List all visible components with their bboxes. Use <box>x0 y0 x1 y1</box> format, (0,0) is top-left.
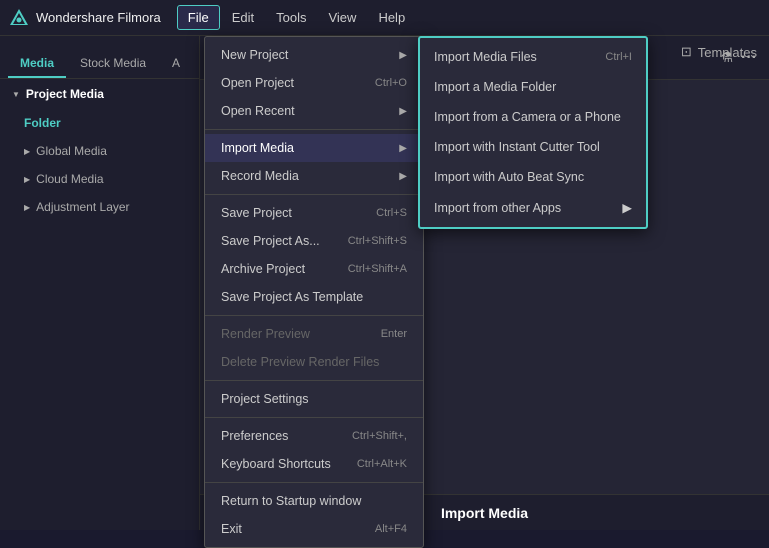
triangle-icon: ▼ <box>12 90 20 99</box>
separator <box>205 417 423 418</box>
separator <box>205 129 423 130</box>
tab-audio[interactable]: A <box>160 50 192 78</box>
templates-tab[interactable]: ⊡ Templates <box>669 36 769 68</box>
menu-item-record-media[interactable]: Record Media ▶ <box>205 162 423 190</box>
menu-file[interactable]: File <box>177 5 220 30</box>
menu-item-new-project[interactable]: New Project ▶ <box>205 41 423 69</box>
import-submenu-item-folder[interactable]: Import a Media Folder <box>420 72 646 102</box>
menu-item-import-media[interactable]: Import Media ▶ <box>205 134 423 162</box>
sidebar: Media Stock Media A ▼ Project Media Fold… <box>0 36 200 530</box>
global-media-label: Global Media <box>36 144 107 158</box>
arrow-icon: ▶ <box>399 106 407 117</box>
app-logo: Wondershare Filmora <box>8 7 161 29</box>
sidebar-item-folder[interactable]: Folder <box>0 109 199 137</box>
menu-item-open-project[interactable]: Open Project Ctrl+O <box>205 69 423 97</box>
menu-item-archive-project[interactable]: Archive Project Ctrl+Shift+A <box>205 255 423 283</box>
file-menu-dropdown: New Project ▶ Open Project Ctrl+O Open R… <box>204 36 424 548</box>
import-submenu-item-camera[interactable]: Import from a Camera or a Phone <box>420 102 646 132</box>
titlebar: Wondershare Filmora File Edit Tools View… <box>0 0 769 36</box>
menu-view[interactable]: View <box>318 6 366 29</box>
menu-item-save-template[interactable]: Save Project As Template <box>205 283 423 311</box>
menu-item-return-startup[interactable]: Return to Startup window <box>205 487 423 515</box>
separator <box>205 380 423 381</box>
arrow-icon: ▶ <box>399 143 407 154</box>
triangle-icon: ▶ <box>24 203 30 212</box>
sidebar-item-cloud-media[interactable]: ▶ Cloud Media <box>0 165 199 193</box>
menu-item-render-preview: Render Preview Enter <box>205 320 423 348</box>
filmora-logo-icon <box>8 7 30 29</box>
separator <box>205 482 423 483</box>
sidebar-item-global-media[interactable]: ▶ Global Media <box>0 137 199 165</box>
menubar: File Edit Tools View Help <box>177 5 415 30</box>
triangle-icon: ▶ <box>24 147 30 156</box>
tab-stock-media[interactable]: Stock Media <box>68 50 158 78</box>
menu-item-keyboard-shortcuts[interactable]: Keyboard Shortcuts Ctrl+Alt+K <box>205 450 423 478</box>
import-submenu: Import Media Files Ctrl+I Import a Media… <box>418 36 648 229</box>
separator <box>205 315 423 316</box>
arrow-icon: ▶ <box>399 50 407 61</box>
menu-item-exit[interactable]: Exit Alt+F4 <box>205 515 423 543</box>
app-title: Wondershare Filmora <box>36 10 161 25</box>
menu-item-delete-preview: Delete Preview Render Files <box>205 348 423 376</box>
folder-label: Folder <box>24 116 61 130</box>
templates-icon: ⊡ <box>681 44 692 60</box>
triangle-icon: ▶ <box>24 175 30 184</box>
tab-media[interactable]: Media <box>8 50 66 78</box>
separator <box>205 194 423 195</box>
arrow-icon: ▶ <box>399 171 407 182</box>
menu-tools[interactable]: Tools <box>266 6 316 29</box>
import-submenu-item-files[interactable]: Import Media Files Ctrl+I <box>420 42 646 72</box>
menu-item-open-recent[interactable]: Open Recent ▶ <box>205 97 423 125</box>
project-media-header: ▼ Project Media <box>0 79 199 109</box>
menu-help[interactable]: Help <box>368 6 415 29</box>
menu-item-save-project[interactable]: Save Project Ctrl+S <box>205 199 423 227</box>
menu-item-save-project-as[interactable]: Save Project As... Ctrl+Shift+S <box>205 227 423 255</box>
menu-item-project-settings[interactable]: Project Settings <box>205 385 423 413</box>
import-submenu-item-instant[interactable]: Import with Instant Cutter Tool <box>420 132 646 162</box>
templates-label: Templates <box>698 45 757 60</box>
bottom-bar-label: Import Media <box>441 505 528 521</box>
import-submenu-item-other[interactable]: Import from other Apps ▶ <box>420 192 646 223</box>
menu-item-preferences[interactable]: Preferences Ctrl+Shift+, <box>205 422 423 450</box>
sidebar-tabbar: Media Stock Media A <box>0 44 199 79</box>
cloud-media-label: Cloud Media <box>36 172 103 186</box>
adjustment-layer-label: Adjustment Layer <box>36 200 129 214</box>
sidebar-item-adjustment-layer[interactable]: ▶ Adjustment Layer <box>0 193 199 221</box>
menu-edit[interactable]: Edit <box>222 6 264 29</box>
import-submenu-item-beat[interactable]: Import with Auto Beat Sync <box>420 162 646 192</box>
arrow-icon: ▶ <box>622 200 632 215</box>
